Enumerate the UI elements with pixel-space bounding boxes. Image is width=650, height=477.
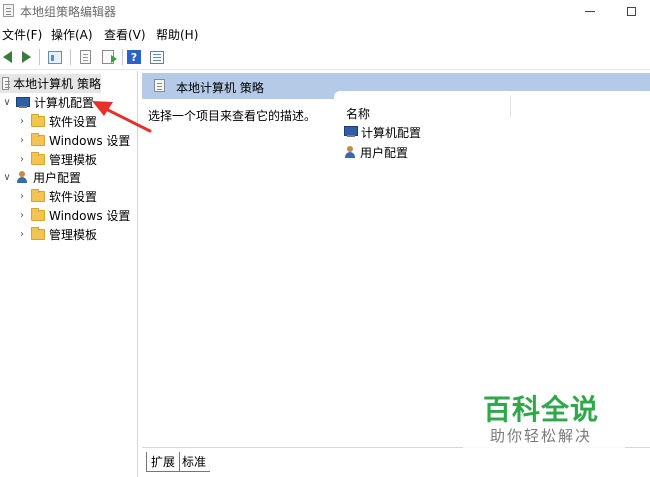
maximize-icon <box>626 6 636 16</box>
tree-item-label: 管理模板 <box>49 153 98 167</box>
expand-chevron-icon[interactable]: ∨ <box>2 97 12 108</box>
forward-arrow-icon <box>21 51 31 63</box>
tree-item-root[interactable]: 本地计算机 策略 <box>0 74 101 93</box>
collapse-chevron-icon[interactable]: › <box>17 191 27 202</box>
computer-icon <box>16 96 30 109</box>
tree-item-software-settings[interactable]: › 软件设置 <box>17 187 97 206</box>
tree-item-computer-config[interactable]: ∨ 计算机配置 <box>2 93 94 112</box>
list-item-label: 计算机配置 <box>361 125 422 140</box>
watermark-subtitle: 助你轻松解决 <box>490 427 593 445</box>
user-icon <box>344 145 357 159</box>
console-tree: 本地计算机 策略 ∨ 计算机配置 › 软件设置 › Windows 设置 › 管… <box>0 71 138 477</box>
folder-icon <box>31 208 45 221</box>
description-text: 选择一个项目来查看它的描述。 <box>148 109 317 123</box>
column-header-name[interactable]: 名称 <box>346 105 370 122</box>
title-bar: 本地组策略编辑器 <box>0 0 650 22</box>
minimize-icon <box>585 10 595 12</box>
properties-button[interactable] <box>76 47 94 67</box>
maximize-button[interactable] <box>613 0 649 22</box>
export-list-button[interactable] <box>98 47 118 67</box>
collapse-chevron-icon[interactable]: › <box>17 135 27 146</box>
menu-action[interactable]: 操作(A) <box>51 26 93 43</box>
folder-icon <box>31 152 45 165</box>
collapse-chevron-icon[interactable]: › <box>17 116 27 127</box>
app-icon <box>3 4 14 17</box>
forward-button[interactable] <box>18 47 34 67</box>
view-tabs: 扩展 标准 <box>142 447 650 477</box>
collapse-chevron-icon[interactable]: › <box>17 229 27 240</box>
help-icon: ? <box>127 50 141 64</box>
user-icon <box>16 171 29 184</box>
show-hide-tree-button[interactable] <box>45 47 65 67</box>
help-button[interactable]: ? <box>126 47 142 67</box>
expand-chevron-icon[interactable]: ∨ <box>2 172 12 183</box>
watermark-title: 百科全说 <box>483 393 600 426</box>
export-icon <box>102 50 117 64</box>
list-item-label: 用户配置 <box>360 145 409 160</box>
computer-icon <box>344 126 358 138</box>
tree-item-windows-settings[interactable]: › Windows 设置 <box>17 131 130 150</box>
window-title: 本地组策略编辑器 <box>20 5 117 19</box>
tree-item-label: Windows 设置 <box>49 209 131 223</box>
toolbar-separator <box>70 49 71 65</box>
menu-bar: 文件(F) 操作(A) 查看(V) 帮助(H) <box>0 22 650 44</box>
list-item-user-config[interactable]: 用户配置 <box>344 143 408 161</box>
tree-item-user-config[interactable]: ∨ 用户配置 <box>2 168 81 187</box>
menu-view[interactable]: 查看(V) <box>104 26 146 43</box>
tree-item-label: 软件设置 <box>49 115 98 129</box>
tree-item-software-settings[interactable]: › 软件设置 <box>17 112 97 131</box>
back-arrow-icon <box>2 51 12 63</box>
tree-item-label: 管理模板 <box>49 228 98 242</box>
watermark: 百科全说 助你轻松解决 <box>463 385 625 451</box>
collapse-chevron-icon[interactable]: › <box>17 210 27 221</box>
folder-icon <box>31 114 45 127</box>
console-tree-icon <box>48 50 62 64</box>
details-header-title: 本地计算机 策略 <box>176 81 264 95</box>
toolbar-separator <box>122 49 123 65</box>
filter-icon <box>150 50 164 64</box>
folder-icon <box>31 133 45 146</box>
tab-extended[interactable]: 扩展 <box>146 452 181 472</box>
tree-item-label: Windows 设置 <box>49 134 131 148</box>
toolbar-separator <box>39 49 40 65</box>
policy-icon <box>2 77 11 90</box>
tree-item-admin-templates[interactable]: › 管理模板 <box>17 150 97 169</box>
tree-item-admin-templates[interactable]: › 管理模板 <box>17 225 97 244</box>
menu-help[interactable]: 帮助(H) <box>156 26 198 43</box>
toolbar: ? <box>0 44 650 70</box>
tree-item-label: 用户配置 <box>33 171 82 185</box>
tree-item-windows-settings[interactable]: › Windows 设置 <box>17 206 130 225</box>
folder-icon <box>31 189 45 202</box>
tree-item-label: 软件设置 <box>49 190 98 204</box>
menu-file[interactable]: 文件(F) <box>2 26 42 43</box>
properties-icon <box>79 50 91 64</box>
filter-button[interactable] <box>148 47 166 67</box>
folder-icon <box>31 227 45 240</box>
minimize-button[interactable] <box>572 0 608 22</box>
back-button[interactable] <box>0 47 14 67</box>
tab-standard[interactable]: 标准 <box>178 452 211 472</box>
collapse-chevron-icon[interactable]: › <box>17 154 27 165</box>
column-separator[interactable] <box>510 95 511 117</box>
list-item-computer-config[interactable]: 计算机配置 <box>344 123 421 141</box>
policy-icon <box>154 79 165 92</box>
tree-item-label: 本地计算机 策略 <box>13 77 101 91</box>
tree-item-label: 计算机配置 <box>34 96 95 110</box>
